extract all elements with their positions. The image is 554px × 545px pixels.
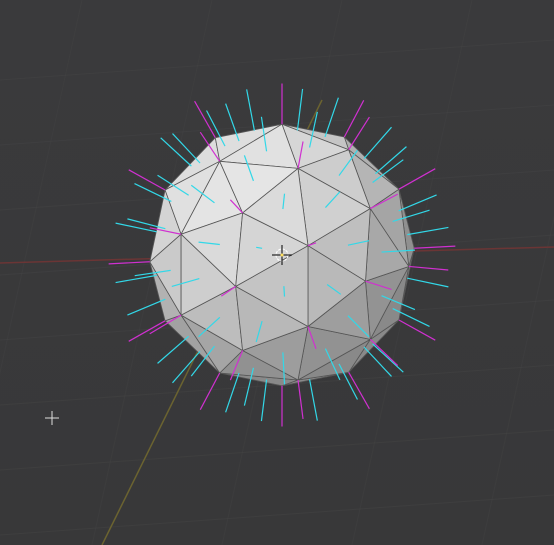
overlay-svg: [0, 0, 554, 545]
mouse-cursor-icon: [45, 411, 59, 425]
3d-cursor-icon: [272, 245, 292, 265]
3d-viewport[interactable]: [0, 0, 554, 545]
